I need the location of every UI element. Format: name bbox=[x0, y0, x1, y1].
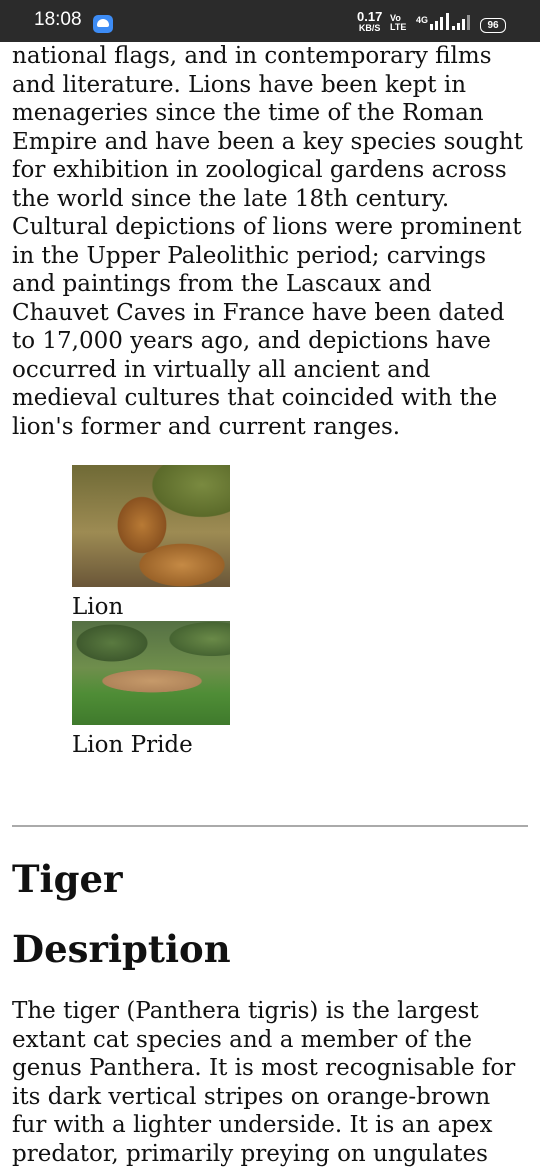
status-bar: 18:08 0.17 KB/S Vo LTE 4G 96 bbox=[0, 0, 540, 42]
battery-icon: 96 bbox=[480, 18, 506, 33]
network-speed: 0.17 KB/S bbox=[357, 9, 383, 33]
lion-pride-caption: Lion Pride bbox=[72, 732, 193, 758]
lion-figure: Lion bbox=[72, 465, 528, 621]
status-time: 18:08 bbox=[34, 9, 82, 30]
network-speed-unit: KB/S bbox=[358, 23, 381, 33]
article-content: national flags, and in contemporary film… bbox=[12, 42, 528, 1168]
lion-image[interactable] bbox=[72, 465, 230, 587]
volte-indicator: Vo LTE bbox=[390, 14, 406, 32]
tiger-heading: Tiger bbox=[12, 857, 123, 901]
lion-pride-image[interactable] bbox=[72, 621, 230, 725]
notification-app-icon bbox=[93, 15, 113, 33]
lion-pride-figure: Lion Pride bbox=[72, 621, 528, 759]
network-type: 4G bbox=[416, 15, 429, 25]
lion-paragraph: national flags, and in contemporary film… bbox=[12, 43, 523, 440]
description-heading: Desription bbox=[12, 927, 231, 971]
volte-bottom: LTE bbox=[390, 22, 407, 32]
network-speed-value: 0.17 bbox=[357, 9, 383, 24]
tiger-paragraph: The tiger (Panthera tigris) is the large… bbox=[12, 998, 516, 1167]
lion-caption: Lion bbox=[72, 594, 124, 620]
